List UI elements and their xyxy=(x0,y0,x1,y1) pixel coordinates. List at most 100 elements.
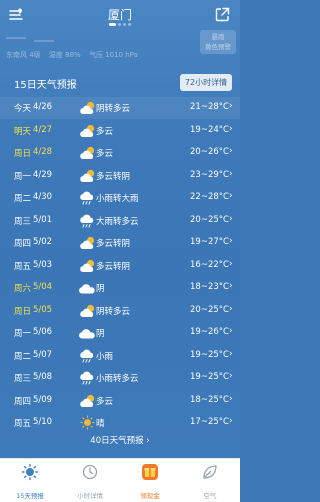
forecast-temperature: 20~26°C xyxy=(190,147,229,157)
forecast-condition: 小雨 xyxy=(96,351,114,362)
forecast-date: 5/05 xyxy=(33,304,53,315)
forecast-condition: 多云转阴 xyxy=(96,261,131,272)
forecast-row[interactable]: 周六 5/04 阴 18~23°C › xyxy=(0,277,240,299)
forecast-temperature: 18~23°C xyxy=(190,282,229,292)
bottom-tab-bar: 15天预报 小时详情 领现金 空气 xyxy=(0,458,240,502)
forecast-row[interactable]: 周一 4/29 多云转阴 23~29°C › xyxy=(0,165,240,187)
forecast-date: 4/30 xyxy=(33,192,53,202)
forecast-date: 5/03 xyxy=(33,259,53,270)
forecast-day: 明天 xyxy=(14,126,32,137)
leaf-icon xyxy=(203,465,217,479)
forecast-temperature: 22~28°C xyxy=(190,192,229,202)
tab-label: 小时详情 xyxy=(77,492,103,500)
humidity-info: 湿度 88% xyxy=(48,51,81,59)
forecast-row[interactable]: 周一 5/06 阴 19~26°C › xyxy=(0,322,240,344)
forecast-row[interactable]: 周二 4/30 小雨转大雨 22~28°C › xyxy=(0,187,240,209)
forecast-temperature: 19~24°C xyxy=(190,124,229,135)
tab-15-day-forecast[interactable]: 15天预报 xyxy=(0,459,60,502)
forecast-day: 周一 xyxy=(14,171,32,182)
chevron-right-icon: › xyxy=(229,168,233,179)
forecast-row[interactable]: 周五 5/03 多云转阴 16~22°C › xyxy=(0,255,240,277)
gift-icon xyxy=(142,464,158,480)
forecast-day: 周四 xyxy=(14,396,32,407)
cloudy-sun-icon xyxy=(80,101,95,114)
weather-alert-badge[interactable]: 暴雨 黄色预警 xyxy=(200,30,236,54)
tab-air-quality[interactable]: 空气 xyxy=(180,459,240,502)
chevron-right-icon: › xyxy=(229,236,233,246)
forecast-header: 15日天气预报 72小时详情 xyxy=(0,72,240,94)
tab-hourly-detail[interactable]: 小时详情 xyxy=(60,459,120,502)
forecast-temperature: 19~27°C xyxy=(190,237,229,247)
forecast-condition: 小雨转多云 xyxy=(96,374,139,384)
rain-icon xyxy=(80,349,94,362)
forecast-temperature: 19~26°C xyxy=(190,327,229,337)
forecast-date: 4/26 xyxy=(33,102,53,112)
hourly-detail-button[interactable]: 72小时详情 xyxy=(180,74,232,91)
forecast-date: 5/09 xyxy=(33,394,53,405)
forecast-temperature: 19~25°C xyxy=(190,349,229,360)
chevron-right-icon: › xyxy=(229,393,233,404)
forecast-date: 5/07 xyxy=(33,349,53,360)
chevron-right-icon: › xyxy=(229,416,233,426)
forecast-condition: 阴转多云 xyxy=(96,104,131,114)
cloudy-sun-icon xyxy=(80,146,95,159)
tab-get-cash[interactable]: 领现金 xyxy=(120,459,180,502)
chevron-right-icon: › xyxy=(229,123,233,134)
pressure-info: 气压 1010 hPa xyxy=(88,51,138,59)
forecast-condition: 小雨转大雨 xyxy=(96,194,139,204)
tab-label: 领现金 xyxy=(140,492,160,500)
forecast-condition: 多云 xyxy=(96,396,114,407)
forecast-day: 周四 xyxy=(14,239,32,249)
cloudy-sun-icon xyxy=(80,394,95,407)
temperature-trend-line xyxy=(6,37,54,42)
forecast-row[interactable]: 周四 5/02 多云转阴 19~27°C › xyxy=(0,232,240,254)
forecast-row[interactable]: 周日 4/28 多云 20~26°C › xyxy=(0,142,240,164)
chevron-right-icon: › xyxy=(229,101,233,111)
forecast-row[interactable]: 周三 5/08 小雨转多云 19~25°C › xyxy=(0,367,240,389)
forecast-row[interactable]: 周日 5/05 阴转多云 20~25°C › xyxy=(0,300,240,322)
forecast-row[interactable]: 周二 5/07 小雨 19~25°C › xyxy=(0,345,240,367)
sun-icon xyxy=(21,463,39,481)
page-indicator xyxy=(0,23,240,26)
cloudy-sun-icon xyxy=(80,124,95,137)
forecast-day: 周一 xyxy=(14,329,32,339)
rain-icon xyxy=(80,371,94,385)
cloudy-sun-icon xyxy=(80,169,95,182)
chevron-right-icon: › xyxy=(229,303,233,314)
forecast-date: 5/02 xyxy=(33,237,53,247)
chevron-right-icon: › xyxy=(229,146,233,156)
forecast-row[interactable]: 周三 5/01 大雨转多云 20~25°C › xyxy=(0,210,240,232)
rain-icon xyxy=(80,191,94,205)
forecast-condition: 多云转阴 xyxy=(96,171,131,182)
current-details: 东南风 4级 湿度 88% 气压 1010 hPa xyxy=(6,50,144,60)
forecast-date: 4/28 xyxy=(33,147,53,157)
forecast-date: 5/10 xyxy=(33,417,53,427)
forecast-day: 周日 xyxy=(14,149,32,159)
forecast-row[interactable]: 周五 5/10 晴 17~25°C › xyxy=(0,412,240,434)
forecast-temperature: 18~25°C xyxy=(190,394,229,405)
city-title[interactable]: 厦门 xyxy=(0,6,240,23)
forecast-row[interactable]: 周四 5/09 多云 18~25°C › xyxy=(0,390,240,412)
cloudy-sun-icon xyxy=(80,304,95,317)
chevron-right-icon: › xyxy=(229,348,233,359)
forecast-condition: 多云转阴 xyxy=(96,239,131,249)
forecast-condition: 晴 xyxy=(96,419,105,429)
forecast-date: 4/27 xyxy=(33,124,53,135)
forecast-condition: 多云 xyxy=(96,149,114,159)
alert-type: 暴雨 xyxy=(211,33,225,41)
sunny-icon xyxy=(80,415,95,430)
forecast-day: 周三 xyxy=(14,216,32,227)
forecast-row[interactable]: 今天 4/26 阴转多云 21~28°C › xyxy=(0,97,240,119)
overcast-icon xyxy=(79,329,95,339)
forecast-condition: 阴 xyxy=(96,329,105,339)
forecast-day: 周六 xyxy=(14,284,32,294)
chevron-right-icon: › xyxy=(229,191,233,201)
forecast-day: 周五 xyxy=(14,419,32,429)
forecast-row[interactable]: 明天 4/27 多云 19~24°C › xyxy=(0,120,240,142)
share-icon[interactable] xyxy=(215,7,230,22)
forecast-date: 5/06 xyxy=(33,327,53,337)
cloudy-sun-icon xyxy=(80,236,95,249)
alert-level: 黄色预警 xyxy=(205,43,231,51)
forty-day-forecast-link[interactable]: 40日天气预报 › xyxy=(0,434,240,446)
forecast-date: 5/08 xyxy=(33,372,53,382)
